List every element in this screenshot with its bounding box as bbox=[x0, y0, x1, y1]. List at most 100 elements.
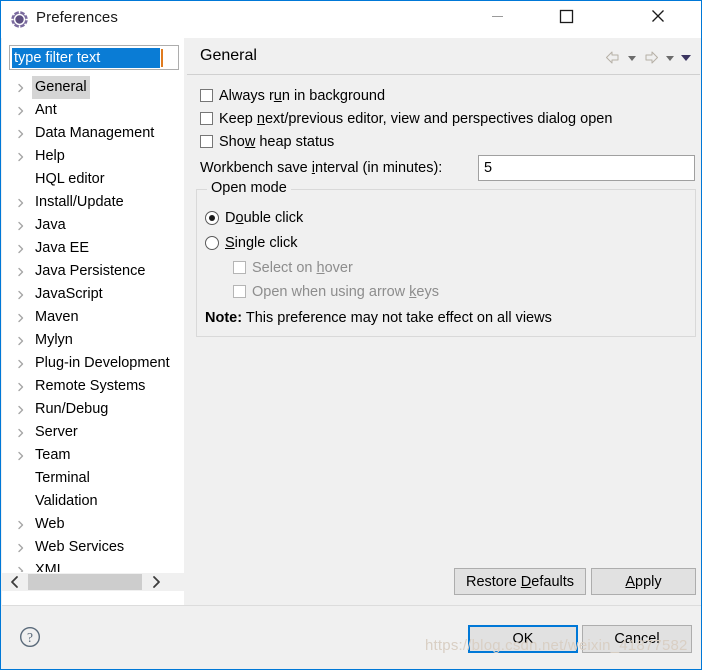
chevron-right-icon[interactable] bbox=[16, 352, 26, 375]
radio-double-click[interactable]: Double click bbox=[205, 207, 303, 229]
help-icon[interactable]: ? bbox=[19, 626, 41, 648]
ok-button[interactable]: OK bbox=[468, 625, 578, 653]
checkbox-show-heap-status[interactable]: Show heap status bbox=[200, 131, 334, 153]
tree-item-server[interactable]: Server bbox=[2, 421, 184, 444]
preference-tree[interactable]: General Ant Data Management Help HQL editor I… bbox=[2, 76, 184, 574]
tree-horizontal-scrollbar[interactable] bbox=[2, 572, 184, 591]
save-interval-label: Workbench save interval (in minutes): bbox=[200, 160, 443, 176]
checkbox-box[interactable] bbox=[200, 112, 213, 125]
maximize-icon bbox=[559, 9, 574, 24]
save-interval-input[interactable] bbox=[478, 155, 695, 181]
chevron-left-icon[interactable] bbox=[4, 573, 26, 591]
chevron-right-icon[interactable] bbox=[16, 375, 26, 398]
chevron-right-icon[interactable] bbox=[16, 421, 26, 444]
checkbox-open-when-using-arrow-keys: Open when using arrow keys bbox=[233, 281, 439, 303]
chevron-right-icon[interactable] bbox=[16, 237, 26, 260]
chevron-right-icon[interactable] bbox=[16, 260, 26, 283]
apply-button[interactable]: Apply bbox=[591, 568, 696, 595]
chevron-right-icon[interactable] bbox=[16, 329, 26, 352]
close-icon bbox=[652, 10, 664, 22]
dialog-footer: ? OK Cancel bbox=[2, 605, 701, 668]
preferences-dialog: Preferences type filter text General Ant D… bbox=[0, 0, 702, 670]
tree-item-terminal[interactable]: Terminal bbox=[2, 467, 184, 490]
tree-item-run-debug[interactable]: Run/Debug bbox=[2, 398, 184, 421]
radio-button[interactable] bbox=[205, 211, 219, 225]
tree-item-label: HQL editor bbox=[35, 171, 105, 187]
chevron-right-icon[interactable] bbox=[16, 536, 26, 559]
radio-label: Double click bbox=[225, 210, 304, 226]
tree-item-label: Terminal bbox=[35, 470, 90, 486]
page-navigation-toolbar bbox=[603, 49, 693, 67]
tree-item-label: Mylyn bbox=[35, 332, 73, 348]
back-history-chevron-down-icon[interactable] bbox=[625, 49, 639, 67]
tree-item-label: Install/Update bbox=[35, 194, 124, 210]
chevron-right-icon[interactable] bbox=[16, 306, 26, 329]
tree-item-label: Web Services bbox=[35, 539, 125, 555]
tree-item-label: Server bbox=[35, 424, 78, 440]
restore-defaults-button[interactable]: Restore Defaults bbox=[454, 568, 586, 595]
checkbox-always-run-in-background[interactable]: Always run in background bbox=[200, 85, 385, 107]
tree-item-label: Remote Systems bbox=[35, 378, 146, 394]
preferences-gear-icon bbox=[10, 10, 29, 29]
chevron-right-icon[interactable] bbox=[16, 99, 26, 122]
forward-history-chevron-down-icon[interactable] bbox=[663, 49, 677, 67]
chevron-right-icon[interactable] bbox=[16, 214, 26, 237]
note-prefix: Note: bbox=[205, 310, 243, 326]
tree-item-install-update[interactable]: Install/Update bbox=[2, 191, 184, 214]
tree-item-web-services[interactable]: Web Services bbox=[2, 536, 184, 559]
checkbox-box[interactable] bbox=[200, 89, 213, 102]
chevron-right-icon[interactable] bbox=[16, 191, 26, 214]
svg-text:?: ? bbox=[27, 630, 33, 645]
checkbox-box[interactable] bbox=[200, 135, 213, 148]
chevron-right-icon[interactable] bbox=[16, 398, 26, 421]
page-menu-chevron-down-icon[interactable] bbox=[679, 49, 693, 67]
radio-single-click[interactable]: Single click bbox=[205, 232, 298, 254]
tree-item-mylyn[interactable]: Mylyn bbox=[2, 329, 184, 352]
chevron-right-icon[interactable] bbox=[16, 513, 26, 536]
cancel-button[interactable]: Cancel bbox=[582, 625, 692, 653]
chevron-right-icon[interactable] bbox=[145, 573, 167, 591]
checkbox-label: Show heap status bbox=[219, 134, 335, 150]
chevron-right-icon[interactable] bbox=[16, 145, 26, 168]
tree-item-web[interactable]: Web bbox=[2, 513, 184, 536]
tree-item-general[interactable]: General bbox=[2, 76, 184, 99]
tree-item-javascript[interactable]: JavaScript bbox=[2, 283, 184, 306]
checkbox-select-on-hover: Select on hover bbox=[233, 257, 353, 279]
chevron-right-icon[interactable] bbox=[16, 444, 26, 467]
tree-item-label: JavaScript bbox=[35, 286, 103, 302]
forward-arrow-icon[interactable] bbox=[641, 49, 661, 67]
tree-item-label: Data Management bbox=[35, 125, 155, 141]
tree-item-java-ee[interactable]: Java EE bbox=[2, 237, 184, 260]
window-title: Preferences bbox=[36, 9, 118, 26]
open-mode-group: Open mode Double click Single click Sele… bbox=[196, 180, 696, 337]
tree-item-validation[interactable]: Validation bbox=[2, 490, 184, 513]
radio-label: Single click bbox=[225, 235, 298, 251]
checkbox-label: Open when using arrow keys bbox=[252, 284, 439, 300]
back-arrow-icon[interactable] bbox=[603, 49, 623, 67]
chevron-right-icon[interactable] bbox=[16, 122, 26, 145]
scrollbar-thumb[interactable] bbox=[28, 574, 142, 590]
tree-item-java-persistence[interactable]: Java Persistence bbox=[2, 260, 184, 283]
maximize-button[interactable] bbox=[543, 1, 589, 31]
tree-item-label: Ant bbox=[35, 102, 57, 118]
radio-button[interactable] bbox=[205, 236, 219, 250]
tree-item-java[interactable]: Java bbox=[2, 214, 184, 237]
chevron-right-icon[interactable] bbox=[16, 283, 26, 306]
filter-text-field[interactable]: type filter text bbox=[9, 45, 179, 70]
tree-item-hql-editor[interactable]: HQL editor bbox=[2, 168, 184, 191]
tree-item-data-management[interactable]: Data Management bbox=[2, 122, 184, 145]
close-button[interactable] bbox=[635, 1, 681, 31]
tree-item-label: Java bbox=[35, 217, 66, 233]
checkbox-box bbox=[233, 285, 246, 298]
tree-item-ant[interactable]: Ant bbox=[2, 99, 184, 122]
tree-item-help[interactable]: Help bbox=[2, 145, 184, 168]
tree-item-remote-systems[interactable]: Remote Systems bbox=[2, 375, 184, 398]
tree-item-team[interactable]: Team bbox=[2, 444, 184, 467]
search-input[interactable]: type filter text bbox=[12, 48, 160, 68]
tree-item-plug-in-development[interactable]: Plug-in Development bbox=[2, 352, 184, 375]
tree-item-maven[interactable]: Maven bbox=[2, 306, 184, 329]
minimize-button[interactable] bbox=[474, 1, 520, 31]
tree-item-label: Web bbox=[35, 516, 65, 532]
checkbox-keep-next-previous-editor[interactable]: Keep next/previous editor, view and pers… bbox=[200, 108, 612, 130]
chevron-right-icon[interactable] bbox=[16, 76, 26, 99]
